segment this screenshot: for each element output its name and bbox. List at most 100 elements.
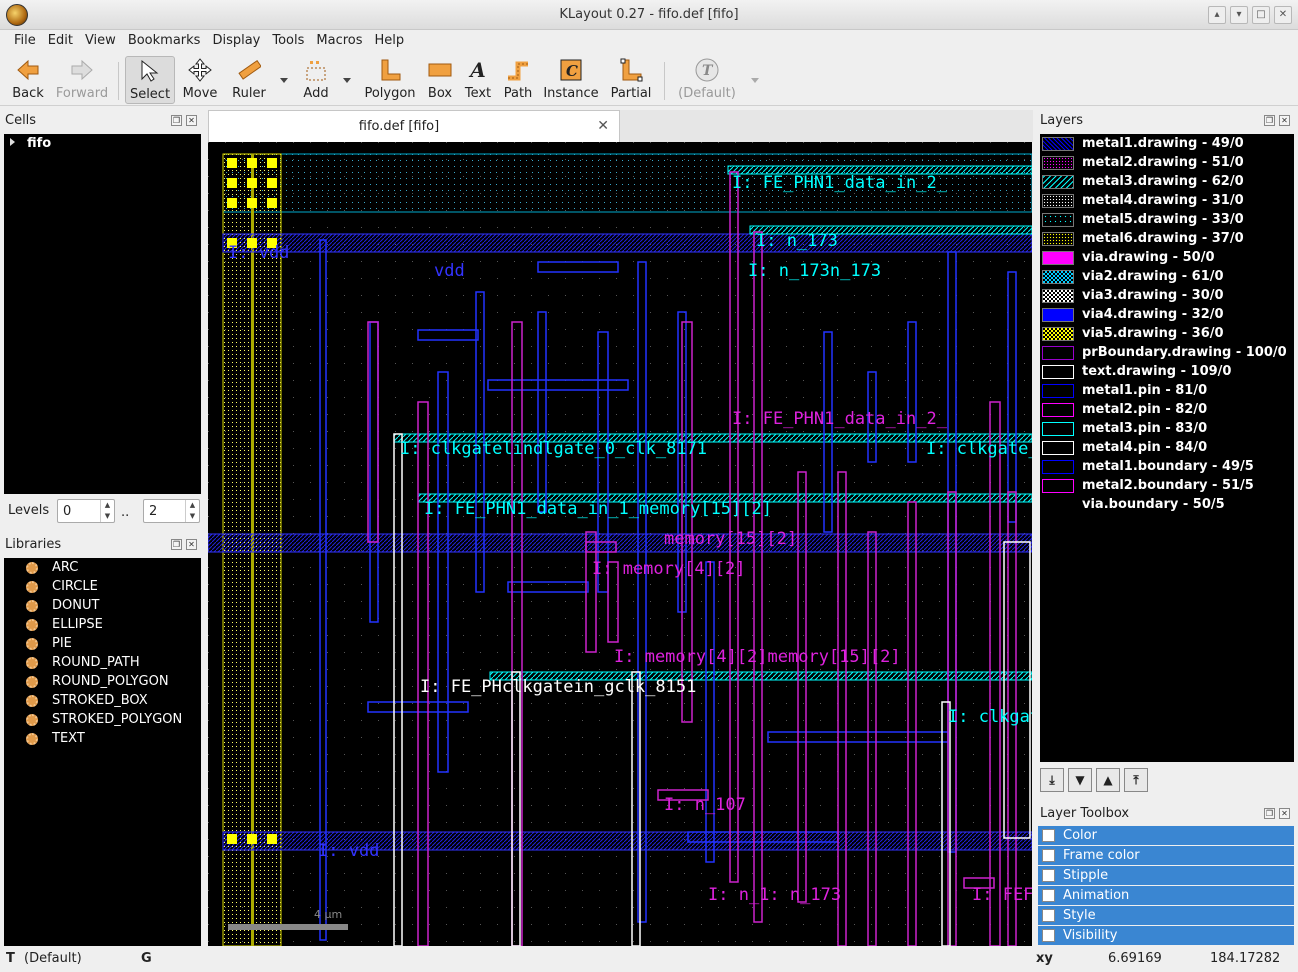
window-close-button[interactable]: ✕ bbox=[1274, 6, 1292, 24]
toolbox-section-frame-color[interactable]: Frame color bbox=[1038, 846, 1294, 865]
toolbox-checkbox[interactable] bbox=[1042, 829, 1055, 842]
layer-row[interactable]: via.boundary - 50/5 bbox=[1042, 495, 1225, 514]
expand-arrow-icon[interactable] bbox=[10, 138, 15, 146]
library-item[interactable]: STROKED_POLYGON bbox=[26, 712, 182, 727]
layer-row[interactable]: metal1.drawing - 49/0 bbox=[1042, 134, 1244, 153]
library-item[interactable]: DONUT bbox=[26, 598, 99, 613]
menu-edit[interactable]: Edit bbox=[42, 30, 79, 52]
menu-bookmarks[interactable]: Bookmarks bbox=[122, 30, 207, 52]
library-item[interactable]: PIE bbox=[26, 636, 72, 651]
menu-display[interactable]: Display bbox=[206, 30, 266, 52]
menu-tools[interactable]: Tools bbox=[266, 30, 310, 52]
menu-view[interactable]: View bbox=[79, 30, 122, 52]
layers-float-icon[interactable]: ❐ bbox=[1264, 115, 1275, 126]
ruler-dropdown-icon[interactable] bbox=[280, 78, 288, 83]
levels-from-spinbox[interactable]: 0 ▲ ▼ bbox=[57, 499, 115, 523]
levels-to-spinbox[interactable]: 2 ▲ ▼ bbox=[143, 499, 200, 523]
toolbox-section-style[interactable]: Style bbox=[1038, 906, 1294, 925]
box-tool-button[interactable]: Box bbox=[424, 56, 456, 104]
layer-row[interactable]: text.drawing - 109/0 bbox=[1042, 362, 1231, 381]
window-restore-up-button[interactable]: ▴ bbox=[1208, 6, 1226, 24]
library-item[interactable]: TEXT bbox=[26, 731, 85, 746]
libraries-float-icon[interactable]: ❐ bbox=[171, 539, 182, 550]
layer-swatch-icon bbox=[1042, 326, 1074, 341]
toolbox-section-animation[interactable]: Animation bbox=[1038, 886, 1294, 905]
move-to-bottom-icon[interactable]: ⤓ bbox=[1040, 768, 1064, 792]
layer-row[interactable]: metal6.drawing - 37/0 bbox=[1042, 229, 1244, 248]
library-item[interactable]: ROUND_POLYGON bbox=[26, 674, 169, 689]
toolbox-checkbox[interactable] bbox=[1042, 869, 1055, 882]
window-restore-down-button[interactable]: ▾ bbox=[1230, 6, 1248, 24]
library-item[interactable]: STROKED_BOX bbox=[26, 693, 148, 708]
style-dropdown-icon[interactable] bbox=[751, 78, 759, 83]
window-maximize-button[interactable]: □ bbox=[1252, 6, 1270, 24]
net-label: I: vdd bbox=[318, 841, 379, 861]
select-tool-button[interactable]: Select bbox=[125, 56, 175, 104]
text-tool-button[interactable]: A Text bbox=[462, 56, 494, 104]
library-gear-icon bbox=[26, 561, 38, 574]
toolbox-checkbox[interactable] bbox=[1042, 929, 1055, 942]
back-button[interactable]: Back bbox=[6, 56, 50, 104]
layer-row[interactable]: via4.drawing - 32/0 bbox=[1042, 305, 1224, 324]
ruler-tool-button[interactable]: Ruler bbox=[226, 56, 272, 104]
cells-close-icon[interactable]: ✕ bbox=[186, 115, 197, 126]
move-up-icon[interactable]: ▲ bbox=[1096, 768, 1120, 792]
forward-button[interactable]: Forward bbox=[54, 56, 110, 104]
layer-row[interactable]: metal1.pin - 81/0 bbox=[1042, 381, 1207, 400]
libraries-list[interactable]: ARC CIRCLE DONUT ELLIPSE PIE ROUND_PATH ROUND_… bbox=[4, 558, 201, 946]
move-tool-button[interactable]: Move bbox=[178, 56, 222, 104]
cells-float-icon[interactable]: ❐ bbox=[171, 115, 182, 126]
toolbox-checkbox[interactable] bbox=[1042, 909, 1055, 922]
toolbox-float-icon[interactable]: ❐ bbox=[1264, 808, 1275, 819]
layer-row[interactable]: metal2.drawing - 51/0 bbox=[1042, 153, 1244, 172]
library-item[interactable]: CIRCLE bbox=[26, 579, 98, 594]
layers-close-icon[interactable]: ✕ bbox=[1279, 115, 1290, 126]
path-tool-button[interactable]: Path bbox=[500, 56, 536, 104]
default-style-button[interactable]: T (Default) bbox=[676, 56, 738, 104]
layer-row[interactable]: metal3.pin - 83/0 bbox=[1042, 419, 1207, 438]
toolbox-close-icon[interactable]: ✕ bbox=[1279, 808, 1290, 819]
menu-file[interactable]: File bbox=[8, 30, 42, 52]
instance-tool-button[interactable]: C Instance bbox=[542, 56, 600, 104]
menu-macros[interactable]: Macros bbox=[310, 30, 368, 52]
layers-list[interactable]: metal1.drawing - 49/0 metal2.drawing - 51… bbox=[1040, 134, 1294, 762]
layer-row[interactable]: prBoundary.drawing - 100/0 bbox=[1042, 343, 1287, 362]
move-to-top-icon[interactable]: ⤒ bbox=[1124, 768, 1148, 792]
tab-fifo-def[interactable]: fifo.def [fifo] ✕ bbox=[208, 110, 620, 142]
layer-row[interactable]: metal4.pin - 84/0 bbox=[1042, 438, 1207, 457]
net-label: I: clkgate_ bbox=[926, 439, 1032, 459]
layer-row[interactable]: metal2.boundary - 51/5 bbox=[1042, 476, 1254, 495]
menu-help[interactable]: Help bbox=[369, 30, 411, 52]
layer-row[interactable]: via3.drawing - 30/0 bbox=[1042, 286, 1224, 305]
toolbox-section-visibility[interactable]: Visibility bbox=[1038, 926, 1294, 945]
partial-tool-button[interactable]: Partial bbox=[606, 56, 656, 104]
layer-row[interactable]: metal4.drawing - 31/0 bbox=[1042, 191, 1244, 210]
layer-row[interactable]: metal1.boundary - 49/5 bbox=[1042, 457, 1254, 476]
tab-close-icon[interactable]: ✕ bbox=[597, 118, 609, 134]
layer-row[interactable]: metal5.drawing - 33/0 bbox=[1042, 210, 1244, 229]
libraries-panel-title: Libraries bbox=[5, 537, 62, 552]
toolbox-section-color[interactable]: Color bbox=[1038, 826, 1294, 845]
add-tool-button[interactable]: Add bbox=[296, 56, 336, 104]
layer-row[interactable]: via2.drawing - 61/0 bbox=[1042, 267, 1224, 286]
toolbox-checkbox[interactable] bbox=[1042, 889, 1055, 902]
layer-row[interactable]: metal2.pin - 82/0 bbox=[1042, 400, 1207, 419]
add-dropdown-icon[interactable] bbox=[343, 78, 351, 83]
layout-view-svg[interactable]: 4 µm I: FE_PHN1_data_in_2_ I: n_173 I: n… bbox=[208, 142, 1032, 946]
move-down-icon[interactable]: ▼ bbox=[1068, 768, 1092, 792]
toolbox-section-stipple[interactable]: Stipple bbox=[1038, 866, 1294, 885]
library-item[interactable]: ROUND_PATH bbox=[26, 655, 140, 670]
library-item[interactable]: ARC bbox=[26, 560, 78, 575]
layer-row[interactable]: metal3.drawing - 62/0 bbox=[1042, 172, 1244, 191]
layer-row[interactable]: via.drawing - 50/0 bbox=[1042, 248, 1215, 267]
layout-canvas[interactable]: 4 µm I: FE_PHN1_data_in_2_ I: n_173 I: n… bbox=[208, 142, 1032, 946]
layer-row[interactable]: via5.drawing - 36/0 bbox=[1042, 324, 1224, 343]
cell-tree-item-fifo[interactable]: fifo bbox=[10, 136, 51, 151]
spin-arrows-icon[interactable]: ▲ ▼ bbox=[185, 500, 199, 522]
library-item[interactable]: ELLIPSE bbox=[26, 617, 103, 632]
cells-tree[interactable]: fifo bbox=[4, 134, 201, 494]
polygon-tool-button[interactable]: Polygon bbox=[362, 56, 418, 104]
toolbox-checkbox[interactable] bbox=[1042, 849, 1055, 862]
spin-arrows-icon[interactable]: ▲ ▼ bbox=[100, 500, 114, 522]
libraries-close-icon[interactable]: ✕ bbox=[186, 539, 197, 550]
